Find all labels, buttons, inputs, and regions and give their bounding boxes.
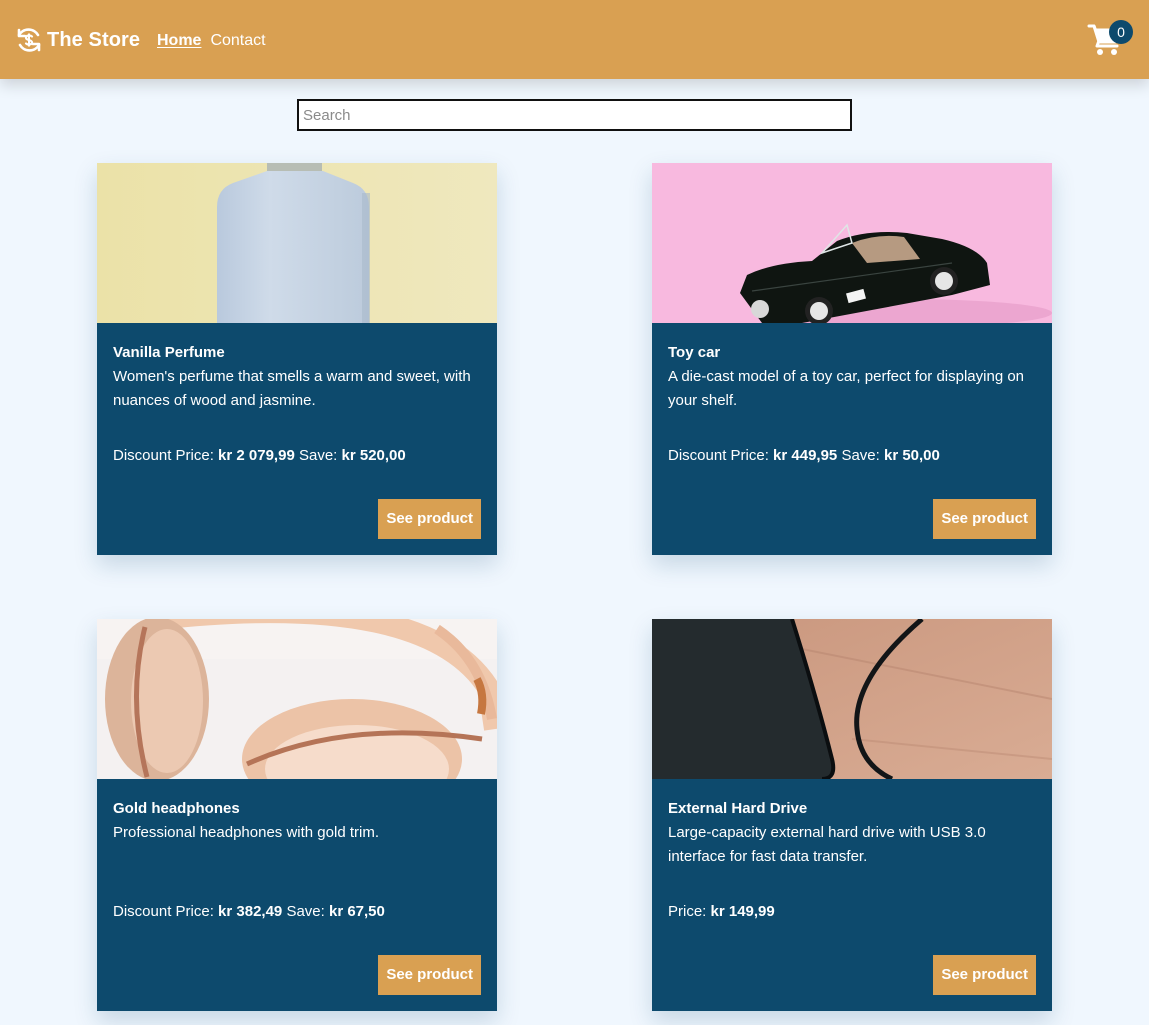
brand-logo-link[interactable]: The Store xyxy=(15,26,140,54)
site-header: The Store Home Contact 0 xyxy=(0,0,1149,79)
product-image-hard-drive xyxy=(652,619,1052,779)
main-nav: Home Contact xyxy=(157,31,266,51)
product-price-line: Discount Price: kr 449,95 Save: kr 50,00 xyxy=(668,446,940,466)
product-description: A die-cast model of a toy car, perfect f… xyxy=(668,368,1025,409)
save-value: kr 67,50 xyxy=(328,903,385,920)
product-title: External Hard Drive xyxy=(668,800,808,817)
product-image-perfume xyxy=(97,163,497,323)
product-title: Toy car xyxy=(668,344,721,361)
product-description: Large-capacity external hard drive with … xyxy=(668,824,986,865)
save-label: Save: xyxy=(286,903,325,920)
see-product-button[interactable]: See product xyxy=(378,499,481,539)
see-product-button[interactable]: See product xyxy=(933,955,1036,995)
save-value: kr 520,00 xyxy=(341,447,406,464)
price-label: Discount Price: xyxy=(113,903,214,920)
product-card-external-hard-drive: External Hard Drive Large-capacity exter… xyxy=(652,619,1052,1011)
product-title: Vanilla Perfume xyxy=(113,344,225,361)
cart-button[interactable]: 0 xyxy=(1087,20,1137,60)
product-card-toy-car: Toy car A die-cast model of a toy car, p… xyxy=(652,163,1052,555)
product-price-line: Price: kr 149,99 xyxy=(668,902,775,922)
price-value: kr 149,99 xyxy=(710,903,775,920)
price-label: Discount Price: xyxy=(113,447,214,464)
cart-count-badge: 0 xyxy=(1109,20,1133,44)
product-image-toy-car xyxy=(652,163,1052,323)
save-label: Save: xyxy=(298,447,338,464)
price-value: kr 2 079,99 xyxy=(218,447,295,464)
price-value: kr 382,49 xyxy=(218,903,283,920)
see-product-button[interactable]: See product xyxy=(933,499,1036,539)
search-input[interactable] xyxy=(297,99,852,131)
product-card-gold-headphones: Gold headphones Professional headphones … xyxy=(97,619,497,1011)
save-value: kr 50,00 xyxy=(883,447,940,464)
product-title: Gold headphones xyxy=(113,800,240,817)
nav-contact-link[interactable]: Contact xyxy=(210,31,265,51)
store-logo-icon xyxy=(17,28,41,52)
price-label: Discount Price: xyxy=(668,447,769,464)
brand-name: The Store xyxy=(47,28,141,51)
product-price-line: Discount Price: kr 382,49 Save: kr 67,50 xyxy=(113,902,385,922)
product-card-vanilla-perfume: Vanilla Perfume Women's perfume that sme… xyxy=(97,163,497,555)
nav-home-link[interactable]: Home xyxy=(157,31,201,51)
product-description: Women's perfume that smells a warm and s… xyxy=(113,368,471,409)
price-value: kr 449,95 xyxy=(773,447,838,464)
save-label: Save: xyxy=(841,447,880,464)
product-image-headphones xyxy=(97,619,497,779)
see-product-button[interactable]: See product xyxy=(378,955,481,995)
product-price-line: Discount Price: kr 2 079,99 Save: kr 520… xyxy=(113,446,406,466)
price-label: Price: xyxy=(668,903,707,920)
product-description: Professional headphones with gold trim. xyxy=(113,824,379,841)
